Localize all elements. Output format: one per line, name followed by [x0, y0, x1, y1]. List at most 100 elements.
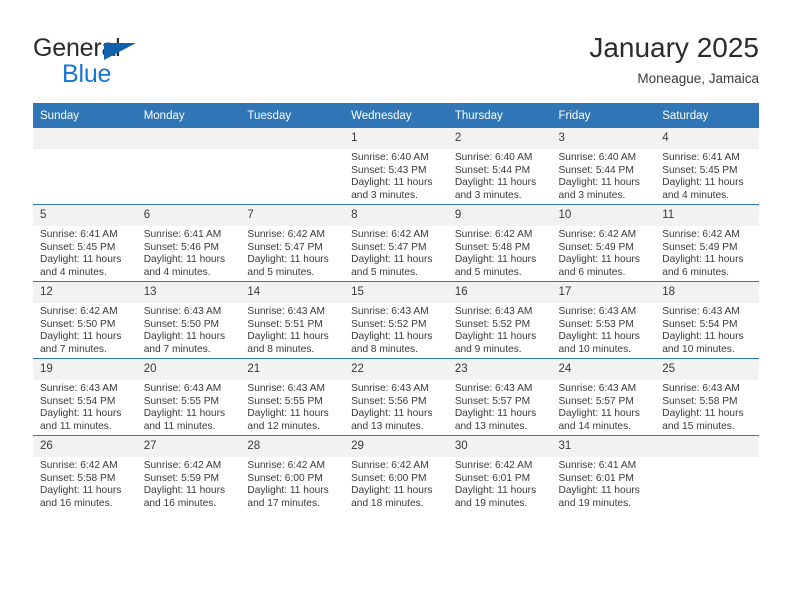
calendar-day-cell[interactable]: 30 Sunrise: 6:42 AM Sunset: 6:01 PM Dayligh… — [447, 435, 552, 512]
calendar-day-cell[interactable]: 14 Sunrise: 6:43 AM Sunset: 5:51 PM Dayligh… — [240, 281, 345, 359]
calendar-day-cell[interactable]: 28 Sunrise: 6:42 AM Sunset: 6:00 PM Dayligh… — [240, 435, 345, 512]
calendar-day-cell[interactable]: 21 Sunrise: 6:43 AM Sunset: 5:55 PM Dayligh… — [240, 358, 345, 436]
day-daylight1-text: Daylight: 11 hours — [247, 254, 329, 266]
day-details: Sunrise: 6:43 AM Sunset: 5:54 PM Daylight:… — [655, 303, 759, 356]
day-daylight1-text: Daylight: 11 hours — [351, 177, 433, 189]
day-daylight2-text: and 6 minutes. — [558, 266, 626, 278]
day-daylight1-text: Daylight: 11 hours — [143, 408, 226, 420]
day-sunrise-text: Sunrise: 6:42 AM — [40, 460, 118, 471]
day-sunrise-text: Sunrise: 6:40 AM — [454, 152, 533, 163]
day-sunset-text: Sunset: 6:01 PM — [454, 472, 531, 484]
calendar-day-cell[interactable]: 5 Sunrise: 6:41 AM Sunset: 5:45 PM Daylight… — [33, 204, 137, 282]
day-daylight1-text: Daylight: 11 hours — [247, 408, 329, 420]
calendar-day-cell[interactable]: 9 Sunrise: 6:42 AM Sunset: 5:48 PM Daylight… — [447, 204, 552, 282]
day-daylight2-text: and 19 minutes. — [558, 497, 632, 509]
calendar-day-cell[interactable]: 26 Sunrise: 6:42 AM Sunset: 5:58 PM Dayligh… — [33, 435, 137, 512]
day-number: 21 — [240, 359, 345, 380]
day-sunrise-text: Sunrise: 6:41 AM — [143, 229, 222, 240]
calendar-day-cell[interactable]: 8 Sunrise: 6:42 AM Sunset: 5:47 PM Daylight… — [344, 204, 448, 282]
day-details: Sunrise: 6:43 AM Sunset: 5:52 PM Daylight:… — [344, 303, 448, 356]
day-sunrise-text: Sunrise: 6:42 AM — [247, 229, 325, 240]
day-daylight1-text: Daylight: 11 hours — [143, 331, 226, 343]
day-number: 24 — [551, 359, 656, 380]
calendar-day-cell-empty — [240, 128, 345, 205]
day-daylight2-text: and 3 minutes. — [351, 189, 418, 201]
calendar-day-cell[interactable]: 12 Sunrise: 6:42 AM Sunset: 5:50 PM Dayligh… — [33, 281, 137, 359]
day-details: Sunrise: 6:43 AM Sunset: 5:50 PM Daylight:… — [137, 303, 241, 356]
calendar-day-cell[interactable]: 24 Sunrise: 6:43 AM Sunset: 5:57 PM Dayligh… — [551, 358, 656, 436]
day-daylight1-text: Daylight: 11 hours — [662, 408, 744, 420]
day-daylight2-text: and 10 minutes. — [662, 343, 735, 355]
day-sunset-text: Sunset: 5:58 PM — [40, 472, 116, 484]
calendar-day-cell[interactable]: 19 Sunrise: 6:43 AM Sunset: 5:54 PM Dayligh… — [33, 358, 137, 436]
calendar-day-cell[interactable]: 25 Sunrise: 6:43 AM Sunset: 5:58 PM Dayligh… — [655, 358, 759, 436]
day-sunrise-text: Sunrise: 6:43 AM — [351, 383, 429, 394]
brand-name-blue: Blue — [62, 60, 112, 88]
day-number: 1 — [344, 128, 448, 149]
day-daylight1-text: Daylight: 11 hours — [454, 408, 537, 420]
calendar-day-cell[interactable]: 2 Sunrise: 6:40 AM Sunset: 5:44 PM Daylight… — [447, 128, 552, 205]
day-daylight2-text: and 14 minutes. — [558, 420, 632, 432]
calendar-day-cell[interactable]: 11 Sunrise: 6:42 AM Sunset: 5:49 PM Dayligh… — [655, 204, 759, 282]
calendar-day-cell[interactable]: 29 Sunrise: 6:42 AM Sunset: 6:00 PM Dayligh… — [344, 435, 448, 512]
day-number: 23 — [447, 359, 552, 380]
day-daylight2-text: and 5 minutes. — [454, 266, 522, 278]
day-details: Sunrise: 6:42 AM Sunset: 5:49 PM Daylight:… — [552, 226, 656, 279]
day-daylight1-text: Daylight: 11 hours — [454, 177, 537, 189]
day-daylight2-text: and 13 minutes. — [351, 420, 424, 432]
calendar-day-cell[interactable]: 1 Sunrise: 6:40 AM Sunset: 5:43 PM Daylight… — [344, 128, 448, 205]
calendar-day-cell[interactable]: 7 Sunrise: 6:42 AM Sunset: 5:47 PM Daylight… — [240, 204, 345, 282]
day-details: Sunrise: 6:40 AM Sunset: 5:44 PM Daylight:… — [552, 149, 656, 202]
day-details: Sunrise: 6:43 AM Sunset: 5:57 PM Daylight:… — [552, 380, 656, 433]
day-number: 22 — [344, 359, 448, 380]
day-sunset-text: Sunset: 5:46 PM — [143, 241, 220, 253]
day-number: 16 — [447, 282, 552, 303]
calendar-day-cell[interactable]: 13 Sunrise: 6:43 AM Sunset: 5:50 PM Dayligh… — [136, 281, 241, 359]
day-daylight1-text: Daylight: 11 hours — [351, 331, 433, 343]
day-sunrise-text: Sunrise: 6:43 AM — [143, 306, 222, 317]
calendar-day-cell[interactable]: 22 Sunrise: 6:43 AM Sunset: 5:56 PM Dayligh… — [344, 358, 448, 436]
day-daylight2-text: and 4 minutes. — [143, 266, 211, 278]
calendar-day-cell[interactable]: 3 Sunrise: 6:40 AM Sunset: 5:44 PM Daylight… — [551, 128, 656, 205]
calendar-day-cell[interactable]: 6 Sunrise: 6:41 AM Sunset: 5:46 PM Daylight… — [136, 204, 241, 282]
day-sunset-text: Sunset: 5:50 PM — [40, 318, 116, 330]
day-sunrise-text: Sunrise: 6:41 AM — [558, 460, 637, 471]
calendar-day-cell[interactable]: 31 Sunrise: 6:41 AM Sunset: 6:01 PM Dayligh… — [551, 435, 656, 512]
day-details: Sunrise: 6:43 AM Sunset: 5:58 PM Daylight:… — [655, 380, 759, 433]
weekday-header-tuesday: Tuesday — [240, 103, 345, 128]
calendar-week-row: 26 Sunrise: 6:42 AM Sunset: 5:58 PM Dayligh… — [33, 435, 759, 512]
calendar-day-cell[interactable]: 20 Sunrise: 6:43 AM Sunset: 5:55 PM Dayligh… — [136, 358, 241, 436]
calendar-day-cell[interactable]: 17 Sunrise: 6:43 AM Sunset: 5:53 PM Dayligh… — [551, 281, 656, 359]
day-details: Sunrise: 6:42 AM Sunset: 5:59 PM Daylight:… — [137, 457, 241, 510]
day-details: Sunrise: 6:42 AM Sunset: 5:50 PM Daylight:… — [33, 303, 137, 356]
day-daylight1-text: Daylight: 11 hours — [558, 331, 640, 343]
day-details: Sunrise: 6:41 AM Sunset: 5:45 PM Daylight:… — [33, 226, 137, 279]
day-number: 15 — [344, 282, 448, 303]
day-daylight2-text: and 4 minutes. — [40, 266, 107, 278]
calendar-day-cell[interactable]: 18 Sunrise: 6:43 AM Sunset: 5:54 PM Dayligh… — [655, 281, 759, 359]
day-details: Sunrise: 6:42 AM Sunset: 6:00 PM Daylight:… — [344, 457, 448, 510]
day-daylight1-text: Daylight: 11 hours — [351, 254, 433, 266]
calendar-week-row: 1 Sunrise: 6:40 AM Sunset: 5:43 PM Daylight… — [33, 128, 759, 205]
day-number: 13 — [136, 282, 241, 303]
day-details: Sunrise: 6:42 AM Sunset: 6:01 PM Daylight:… — [448, 457, 552, 510]
calendar-day-cell[interactable]: 4 Sunrise: 6:41 AM Sunset: 5:45 PM Daylight… — [655, 128, 759, 205]
calendar-day-cell[interactable]: 16 Sunrise: 6:43 AM Sunset: 5:52 PM Dayligh… — [447, 281, 552, 359]
day-sunrise-text: Sunrise: 6:42 AM — [558, 229, 637, 240]
day-details: Sunrise: 6:43 AM Sunset: 5:55 PM Daylight:… — [240, 380, 344, 433]
day-details: Sunrise: 6:42 AM Sunset: 5:49 PM Daylight:… — [655, 226, 759, 279]
title-block: January 2025 Moneague, Jamaica — [589, 31, 759, 89]
day-daylight1-text: Daylight: 11 hours — [662, 331, 744, 343]
day-daylight1-text: Daylight: 11 hours — [558, 177, 640, 189]
day-details: Sunrise: 6:42 AM Sunset: 5:58 PM Daylight:… — [33, 457, 137, 510]
calendar-day-cell[interactable]: 15 Sunrise: 6:43 AM Sunset: 5:52 PM Dayligh… — [344, 281, 448, 359]
day-number: 9 — [447, 205, 552, 226]
calendar-day-cell[interactable]: 23 Sunrise: 6:43 AM Sunset: 5:57 PM Dayligh… — [447, 358, 552, 436]
calendar-day-cell[interactable]: 27 Sunrise: 6:42 AM Sunset: 5:59 PM Dayligh… — [136, 435, 241, 512]
day-daylight1-text: Daylight: 11 hours — [558, 408, 640, 420]
brand-logo[interactable]: General Blue — [33, 36, 263, 92]
day-number — [33, 128, 137, 149]
day-daylight1-text: Daylight: 11 hours — [143, 254, 226, 266]
calendar-day-cell[interactable]: 10 Sunrise: 6:42 AM Sunset: 5:49 PM Dayligh… — [551, 204, 656, 282]
day-daylight2-text: and 5 minutes. — [351, 266, 418, 278]
